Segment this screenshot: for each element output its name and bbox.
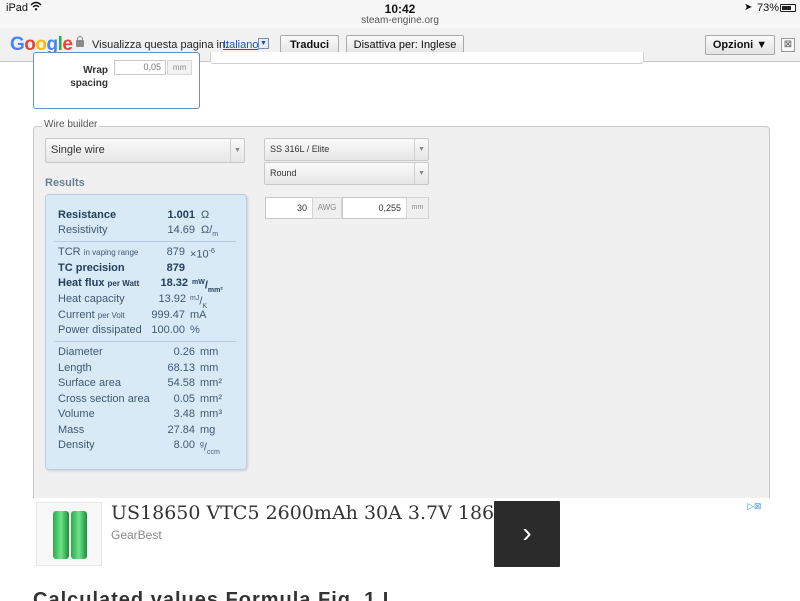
result-diameter: Diameter 0.26 mm [58,346,219,358]
result-tcr: TCR in vaping range 879 ×10-6 [58,246,215,261]
top-panel-edge [210,52,644,64]
ad-brand: GearBest [111,528,162,542]
next-section-heading: Calculated values Formula Fig. 1 L ... [33,589,422,601]
result-mass: Mass 27.84 mg [58,424,216,436]
diameter-unit: mm [406,197,429,219]
language-select[interactable]: Italiano [223,39,258,51]
result-current: Current per Volt 999.47 mA [58,309,207,321]
close-icon[interactable]: ⊠ [781,38,795,52]
ad-title[interactable]: US18650 VTC5 2600mAh 30A 3.7V 18650... [111,502,536,524]
options-button[interactable]: Opzioni ▼ [705,35,775,55]
wrap-spacing-input[interactable]: 0,05 [114,60,166,75]
battery-cell [53,511,69,559]
result-cross-section: Cross section area 0.05 mm² [58,393,222,405]
wire-builder-panel: Wire builder Single wire ▼ SS 316L / Eli… [33,119,770,552]
result-length: Length 68.13 mm [58,362,219,374]
coil-panel: Wrap spacing 0,05 mm [33,52,200,109]
translate-prompt: Visualizza questa pagina in: [92,39,229,51]
chevron-down-icon: ▼ [414,163,428,184]
battery-percent: 73% [757,2,780,14]
result-heat-capacity: Heat capacity 13.92 mJ/K [58,293,208,310]
gauge-input[interactable]: 30 [265,197,313,219]
location-arrow-icon: ➤ [744,2,753,13]
result-power: Power dissipated 100.00 % [58,324,200,336]
battery-product-image[interactable] [36,502,102,566]
wire-builder-legend: Wire builder [42,119,100,130]
battery-cell [71,511,87,559]
chevron-down-icon[interactable]: ▼ [258,38,269,49]
chevron-down-icon: ▼ [414,139,428,160]
battery-level [782,6,791,10]
page-url[interactable]: steam-engine.org [0,15,800,26]
advertisement[interactable]: US18650 VTC5 2600mAh 30A 3.7V 18650... G… [33,498,770,576]
ad-choices-icon[interactable]: ▷⊠ [747,501,761,512]
page-content: Wrap spacing 0,05 mm Wire builder Single… [0,52,800,601]
lock-icon [76,36,84,47]
separator [54,341,236,342]
ios-status-bar: iPad 10:42 steam-engine.org ➤ 73% [0,0,800,28]
result-surface-area: Surface area 54.58 mm² [58,377,222,389]
results-panel: Resistance 1.001 Ω Resistivity 14.69 Ω/m… [45,194,247,470]
material-select[interactable]: SS 316L / Elite ▼ [264,138,429,161]
profile-select[interactable]: Round ▼ [264,162,429,185]
material-value: SS 316L / Elite [270,144,330,154]
result-heat-flux: Heat flux per Watt 18.32 mW/mm² [58,277,223,294]
wire-type-value: Single wire [51,144,105,156]
wrap-spacing-label: Wrap spacing [70,65,108,89]
wire-type-select[interactable]: Single wire ▼ [45,138,245,163]
results-heading: Results [45,177,85,189]
result-tc-precision: TC precision 879 [58,262,185,274]
chevron-right-icon[interactable]: › [494,501,560,567]
wrap-spacing-unit: mm [167,60,192,75]
result-resistivity: Resistivity 14.69 Ω/m [58,224,219,239]
result-volume: Volume 3.48 mm³ [58,408,222,420]
profile-value: Round [270,168,297,178]
result-density: Density 8.00 g/ccm [58,439,220,456]
result-resistance: Resistance 1.001 Ω [58,209,210,221]
diameter-input[interactable]: 0,255 [342,197,407,219]
battery-icon [780,4,796,12]
gauge-unit: AWG [312,197,342,219]
separator [54,241,236,242]
chevron-down-icon: ▼ [230,139,244,162]
clock: 10:42 [384,2,416,16]
